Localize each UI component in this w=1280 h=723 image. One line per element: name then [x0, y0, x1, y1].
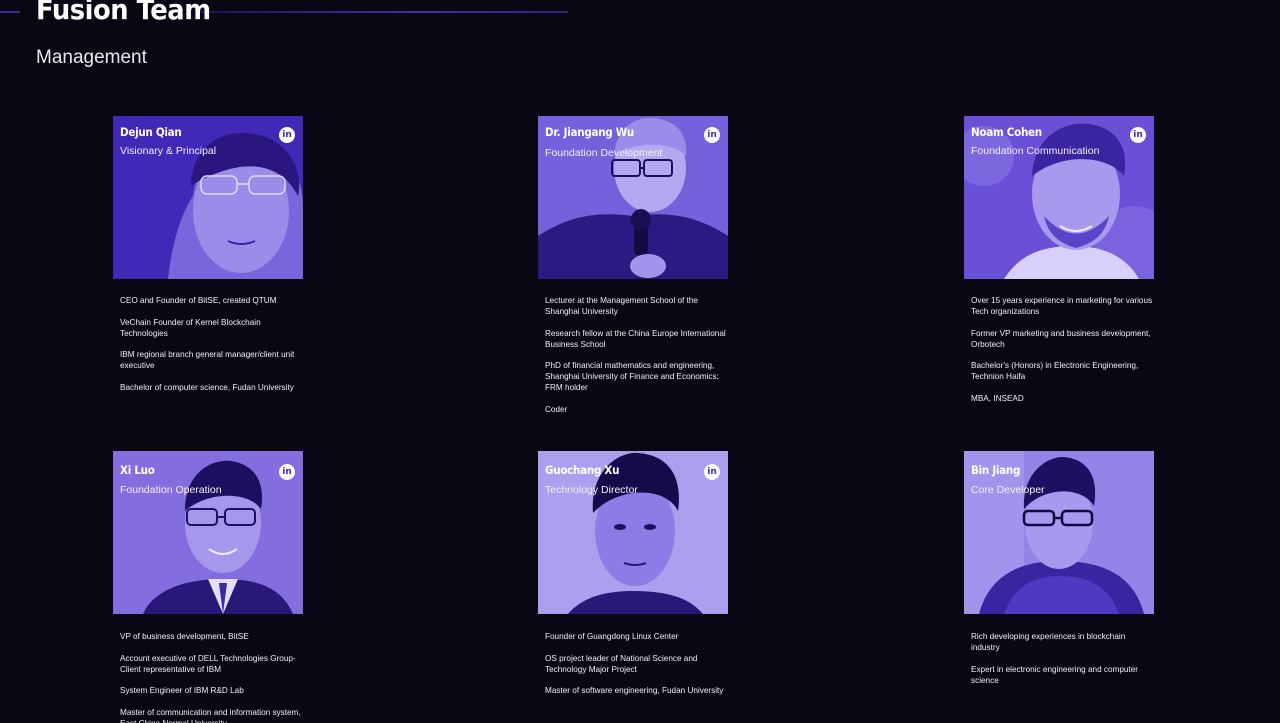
bio-item: Rich developing experiences in blockchai… — [971, 632, 1126, 652]
member-photo: Noam Cohen Foundation Communication in — [964, 116, 1154, 279]
member-name: Dr. Jiangang Wu — [545, 125, 635, 139]
bio-item: IBM regional branch general manager/clie… — [120, 350, 295, 370]
member-bio: CEO and Founder of BitSE, created QTUM V… — [120, 295, 305, 393]
member-name: Bin Jiang — [971, 463, 1021, 477]
team-card-bin-jiang: Bin Jiang Core Developer Rich developing… — [964, 451, 1154, 696]
member-bio: Founder of Guangdong Linux Center OS pro… — [545, 631, 730, 696]
bio-item: CEO and Founder of BitSE, created QTUM — [120, 296, 277, 305]
bio-item: Former VP marketing and business develop… — [971, 328, 1151, 349]
header-divider-right — [200, 11, 568, 13]
bio-item: Bachelor's (Honors) in Electronic Engine… — [971, 361, 1139, 381]
member-name: Noam Cohen — [971, 125, 1042, 139]
member-photo: Guochang Xu Technology Director in — [538, 451, 728, 614]
member-bio: Lecturer at the Management School of the… — [545, 295, 730, 415]
team-card-dejun-qian: Dejun Qian Visionary & Principal in CEO … — [113, 116, 303, 403]
bio-item: Account executive of DELL Technologies G… — [120, 653, 296, 674]
bio-item: Master of software engineering, Fudan Un… — [545, 686, 724, 695]
bio-item: System Engineer of IBM R&D Lab — [120, 686, 244, 695]
team-card-xi-luo: Xi Luo Foundation Operation in VP of bus… — [113, 451, 303, 723]
portrait-image — [113, 116, 303, 279]
member-role: Foundation Communication — [971, 145, 1100, 157]
member-role: Core Developer — [971, 484, 1045, 496]
header-divider-left — [0, 11, 20, 13]
section-title: Management — [36, 47, 147, 68]
bio-item: Lecturer at the Management School of the… — [545, 296, 698, 316]
member-role: Technology Director — [545, 484, 638, 496]
bio-item: Research fellow at the China Europe Inte… — [545, 328, 726, 349]
linkedin-icon[interactable]: in — [704, 464, 720, 480]
team-card-noam-cohen: Noam Cohen Foundation Communication in O… — [964, 116, 1154, 414]
portrait-image — [964, 116, 1154, 279]
member-photo: Bin Jiang Core Developer — [964, 451, 1154, 614]
member-role: Foundation Development — [545, 147, 663, 159]
linkedin-icon[interactable]: in — [704, 127, 720, 143]
bio-item: MBA, INSEAD — [971, 393, 1024, 403]
member-role: Visionary & Principal — [120, 145, 217, 157]
bio-item: Master of communication and information … — [120, 707, 301, 723]
member-bio: Over 15 years experience in marketing fo… — [971, 295, 1156, 404]
member-bio: VP of business development, BitSE Accoun… — [120, 631, 305, 723]
member-photo: Xi Luo Foundation Operation in — [113, 451, 303, 614]
team-card-jiangang-wu: Dr. Jiangang Wu Foundation Development i… — [538, 116, 728, 425]
linkedin-icon[interactable]: in — [279, 127, 295, 143]
member-photo: Dr. Jiangang Wu Foundation Development i… — [538, 116, 728, 279]
member-photo: Dejun Qian Visionary & Principal in — [113, 116, 303, 279]
linkedin-icon[interactable]: in — [279, 464, 295, 480]
bio-item: PhD of financial mathematics and enginee… — [545, 361, 719, 392]
member-name: Guochang Xu — [545, 463, 620, 477]
bio-item: Bachelor of computer science, Fudan Univ… — [120, 382, 294, 392]
team-page: Fusion Team Management Dejun Qian Vision… — [0, 0, 1280, 723]
member-name: Dejun Qian — [120, 125, 182, 139]
member-name: Xi Luo — [120, 463, 155, 477]
portrait-image — [538, 116, 728, 279]
bio-item: Coder — [545, 404, 568, 414]
bio-item: OS project leader of National Science an… — [545, 653, 698, 674]
member-role: Foundation Operation — [120, 484, 222, 496]
team-card-guochang-xu: Guochang Xu Technology Director in Found… — [538, 451, 728, 707]
page-title: Fusion Team — [36, 0, 211, 26]
bio-item: Expert in electronic engineering and com… — [971, 664, 1139, 685]
member-bio: Rich developing experiences in blockchai… — [971, 631, 1156, 686]
bio-item: Over 15 years experience in marketing fo… — [971, 296, 1153, 316]
bio-item: VP of business development, BitSE — [120, 632, 249, 641]
linkedin-icon[interactable]: in — [1130, 127, 1146, 143]
bio-item: Founder of Guangdong Linux Center — [545, 632, 679, 641]
bio-item: VeChain Founder of Kernel Blockchain Tec… — [120, 317, 261, 338]
